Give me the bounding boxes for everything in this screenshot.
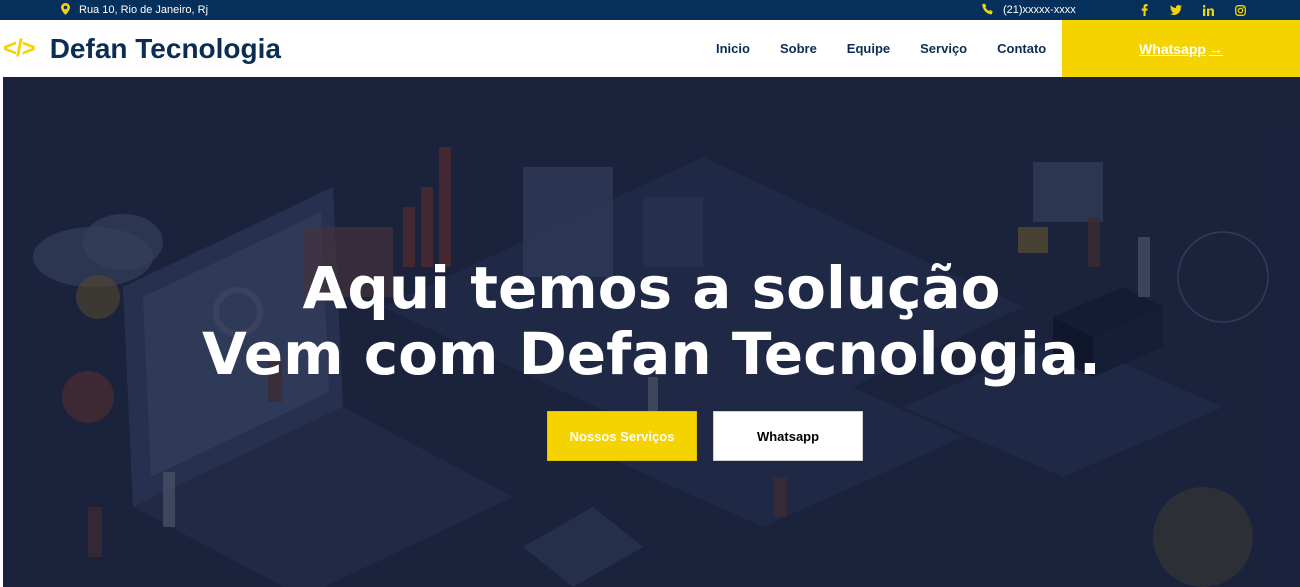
nav-item-servico[interactable]: Serviço [920, 41, 967, 56]
phone-icon [982, 3, 994, 18]
nav-item-contato[interactable]: Contato [997, 41, 1046, 56]
location-pin-icon [61, 2, 70, 18]
nav-item-sobre[interactable]: Sobre [780, 41, 817, 56]
hero-section: Aqui temos a solução Vem com Defan Tecno… [3, 77, 1300, 587]
hero-headline-line-2: Vem com Defan Tecnologia. [202, 320, 1101, 388]
phone-text: (21)xxxxx-xxxx [1003, 4, 1076, 16]
nav-item-equipe[interactable]: Equipe [847, 41, 890, 56]
main-nav: Inicio Sobre Equipe Serviço Contato [716, 20, 1076, 77]
instagram-icon[interactable] [1233, 3, 1247, 17]
linkedin-icon[interactable] [1201, 3, 1215, 17]
address-block: Rua 10, Rio de Janeiro, Rj [61, 0, 208, 20]
arrow-right-icon: → [1208, 40, 1223, 57]
brand-name: Defan Tecnologia [49, 32, 281, 64]
whatsapp-header-label: Whatsapp [1139, 40, 1206, 57]
site-header: </> Defan Tecnologia Inicio Sobre Equipe… [0, 20, 1300, 77]
address-text: Rua 10, Rio de Janeiro, Rj [79, 4, 209, 16]
phone-block[interactable]: (21)xxxxx-xxxx [982, 0, 1076, 20]
nossos-servicos-button[interactable]: Nossos Serviços [547, 411, 697, 461]
code-brackets-icon: </> [3, 34, 36, 62]
logo[interactable]: </> Defan Tecnologia [3, 20, 281, 77]
nav-item-inicio[interactable]: Inicio [716, 41, 750, 56]
top-info-bar: Rua 10, Rio de Janeiro, Rj (21)xxxxx-xxx… [0, 0, 1300, 20]
twitter-icon[interactable] [1169, 3, 1183, 17]
hero-headline-line-1: Aqui temos a solução [302, 254, 1001, 322]
whatsapp-hero-button[interactable]: Whatsapp [713, 411, 863, 461]
whatsapp-header-button[interactable]: Whatsapp → [1062, 20, 1300, 77]
facebook-icon[interactable] [1137, 3, 1151, 17]
social-links [1137, 0, 1247, 20]
